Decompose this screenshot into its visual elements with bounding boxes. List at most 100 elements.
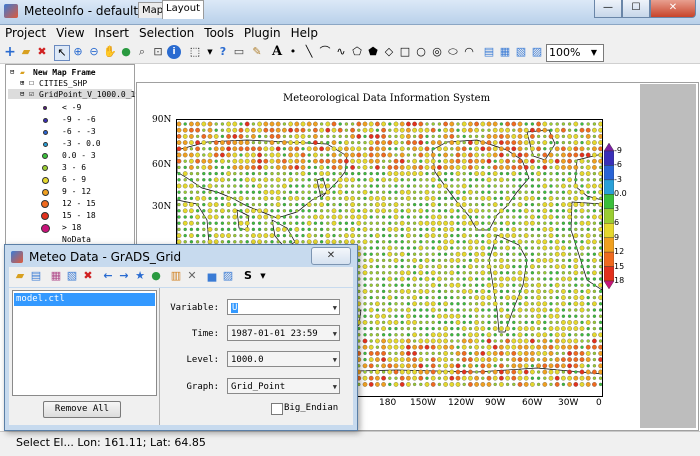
next-icon[interactable]: → — [117, 269, 131, 283]
grid-point — [580, 233, 584, 238]
menu-insert[interactable]: Insert — [90, 25, 134, 43]
grid-point — [567, 338, 572, 344]
tools-icon[interactable]: ✕ — [185, 269, 199, 283]
circle-icon[interactable]: ○ — [414, 45, 428, 59]
expand-icon[interactable]: ⊟ — [20, 90, 24, 98]
polygon-icon[interactable]: ⬠ — [350, 45, 364, 59]
dialog-close-button[interactable]: ✕ — [311, 247, 351, 265]
grid-point — [592, 158, 597, 164]
edit-icon[interactable]: ✎ — [250, 45, 264, 59]
tab-layout[interactable]: Layout — [162, 0, 204, 19]
grid-point — [456, 246, 460, 250]
chart-icon[interactable]: ▅ — [205, 269, 219, 283]
select-rect-icon[interactable]: ⬚ — [188, 45, 202, 59]
help-icon[interactable]: ? — [216, 45, 230, 59]
fit-page-icon[interactable]: ▦ — [498, 45, 512, 59]
expand-icon[interactable]: ⊞ — [20, 79, 24, 87]
layer-label[interactable]: CITIES_SHP — [39, 79, 87, 88]
grid-point — [549, 128, 553, 132]
draw-icon[interactable]: ● — [149, 269, 163, 283]
section-icon[interactable]: S — [241, 269, 255, 283]
curve-polygon-icon[interactable]: ◇ — [382, 45, 396, 59]
grid-point — [406, 246, 411, 250]
grid-point — [412, 233, 417, 238]
point-icon[interactable]: • — [286, 45, 300, 59]
magnify-icon[interactable]: ⌕ — [135, 45, 149, 59]
graph-icon[interactable]: ▥ — [169, 269, 183, 283]
data-info-icon[interactable]: ▦ — [49, 269, 63, 283]
list-item[interactable]: model.ctl — [14, 293, 155, 306]
zoom-dropdown-icon[interactable]: ▼ — [588, 45, 600, 60]
zoom-out-icon[interactable]: ⊖ — [87, 45, 101, 59]
grid-point — [530, 364, 535, 368]
zoom-extent-icon[interactable]: ⊡ — [151, 45, 165, 59]
grid-point — [195, 190, 200, 194]
curve-icon[interactable]: ∿ — [334, 45, 348, 59]
variable-select[interactable]: U ▼ — [227, 299, 340, 315]
select-arrow-icon[interactable]: ↖ — [54, 45, 70, 61]
data-list-icon[interactable]: ▤ — [29, 269, 43, 283]
dropdown-arrow-icon[interactable]: ▼ — [203, 45, 217, 59]
globe-icon[interactable]: ● — [119, 45, 133, 59]
polyline-icon[interactable]: ⌒ — [318, 45, 332, 59]
grid-point — [201, 121, 207, 127]
line-chart-icon[interactable]: ▨ — [221, 269, 235, 283]
grid-point — [282, 215, 287, 219]
data-table-icon[interactable]: ▧ — [65, 269, 79, 283]
ellipse-icon[interactable]: ⬭ — [446, 45, 460, 59]
line-icon[interactable]: ╲ — [302, 45, 316, 59]
expand-icon[interactable]: ⊟ — [10, 68, 14, 76]
map-frame-label[interactable]: New Map Frame — [33, 68, 96, 77]
layer-checkbox[interactable]: ☑ — [29, 89, 34, 98]
grid-point — [226, 240, 231, 244]
animate-icon[interactable]: ★ — [133, 269, 147, 283]
zoom-in-icon[interactable]: ⊕ — [71, 45, 85, 59]
zoom-page-icon[interactable]: ▧ — [514, 45, 528, 59]
grid-point — [536, 320, 541, 325]
menu-plugin[interactable]: Plugin — [239, 25, 286, 43]
open-data-icon[interactable]: ▰ — [13, 269, 27, 283]
pan-hand-icon[interactable]: ✋ — [103, 45, 117, 59]
grid-point — [300, 165, 306, 170]
target-icon[interactable]: ◎ — [430, 45, 444, 59]
grid-point — [363, 351, 367, 356]
measure-icon[interactable]: ▭ — [232, 45, 246, 59]
remove-all-button[interactable]: Remove All — [43, 401, 121, 418]
layer-checkbox[interactable]: ☐ — [29, 78, 34, 87]
menu-project[interactable]: Project — [0, 25, 51, 43]
grid-point — [294, 196, 300, 201]
close-button[interactable]: ✕ — [650, 0, 696, 18]
minimize-button[interactable]: — — [594, 0, 622, 18]
grid-point — [499, 240, 504, 244]
time-select[interactable]: 1987-01-01 23:59 ▼ — [227, 325, 340, 341]
big-endian-checkbox[interactable] — [271, 403, 283, 415]
menu-tools[interactable]: Tools — [199, 25, 239, 43]
add-layer-icon[interactable]: + — [3, 45, 17, 59]
grid-point — [319, 240, 324, 244]
remove-layer-icon[interactable]: ✖ — [35, 45, 49, 59]
grid-point — [183, 196, 187, 201]
remove-data-icon[interactable]: ✖ — [81, 269, 95, 283]
grid-point — [399, 152, 405, 158]
rectangle-icon[interactable]: □ — [398, 45, 412, 59]
new-page-icon[interactable]: ▤ — [482, 45, 496, 59]
freehand-polygon-icon[interactable]: ⬟ — [366, 45, 380, 59]
menu-help[interactable]: Help — [286, 25, 323, 43]
text-icon[interactable]: A — [270, 45, 284, 59]
menu-selection[interactable]: Selection — [134, 25, 199, 43]
dropdown-arrow-icon[interactable]: ▼ — [256, 269, 270, 283]
layer-label[interactable]: GridPoint_V_1000.0_198 — [39, 90, 145, 99]
previous-icon[interactable]: ← — [101, 269, 115, 283]
info-icon[interactable]: i — [167, 45, 181, 59]
level-select[interactable]: 1000.0 ▼ — [227, 351, 340, 367]
grid-point — [585, 375, 591, 381]
grid-point — [406, 221, 411, 225]
grid-point — [412, 246, 417, 250]
maximize-button[interactable]: ☐ — [622, 0, 650, 18]
menu-view[interactable]: View — [51, 25, 89, 43]
graph-select[interactable]: Grid_Point ▼ — [227, 378, 340, 394]
page-setup-icon[interactable]: ▨ — [530, 45, 544, 59]
data-file-list[interactable]: model.ctl — [12, 290, 157, 396]
open-folder-icon[interactable]: ▰ — [19, 45, 33, 59]
arc-icon[interactable]: ◠ — [462, 45, 476, 59]
